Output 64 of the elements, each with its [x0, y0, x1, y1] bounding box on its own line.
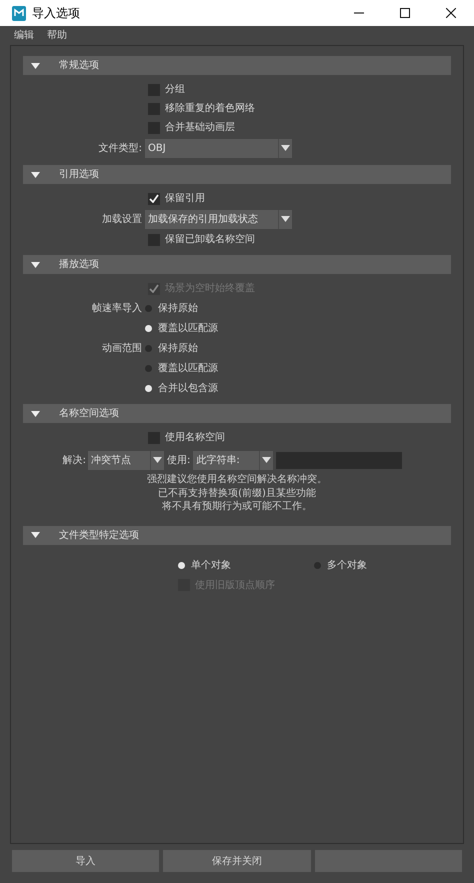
radio-button[interactable]: [145, 344, 152, 352]
radio-button[interactable]: [145, 304, 152, 312]
checkbox[interactable]: [148, 432, 160, 444]
note-text: 已不再支持替换项(前缀)且某些功能: [158, 486, 316, 500]
window-title: 导入选项: [32, 5, 80, 22]
checkbox[interactable]: [148, 234, 160, 246]
check-icon: [149, 194, 159, 203]
checkbox-label: 合并基础动画层: [165, 120, 235, 135]
radio-button[interactable]: [145, 384, 152, 392]
check-icon: [149, 284, 159, 293]
note-text: 强烈建议您使用名称空间解决名称冲突。: [147, 473, 327, 486]
note-text: 将不具有预期行为或可能不工作。: [162, 500, 312, 514]
checkbox[interactable]: [148, 122, 160, 134]
dropdown[interactable]: 此字符串:: [193, 450, 274, 470]
field-label: 使用:: [167, 454, 190, 468]
maximize-icon: [400, 8, 410, 18]
dropdown[interactable]: OBJ: [145, 138, 292, 158]
radio-button[interactable]: [314, 562, 321, 569]
collapse-icon: [31, 172, 40, 178]
radio-label: 合并以包含源: [158, 382, 218, 396]
dropdown[interactable]: 加载保存的引用加载状态: [145, 210, 292, 228]
radio-label: 多个对象: [327, 558, 367, 573]
section-header[interactable]: 常规选项: [23, 56, 451, 75]
dialog-button[interactable]: 导入: [12, 850, 160, 872]
collapse-icon: [31, 262, 40, 268]
caret-icon: [262, 457, 272, 463]
caret-icon: [281, 216, 290, 222]
radio-button[interactable]: [145, 324, 152, 332]
caret-icon: [153, 457, 162, 463]
collapse-icon: [31, 532, 40, 538]
radio-label: 覆盖以匹配源: [158, 322, 218, 336]
close-icon: [446, 8, 456, 18]
dialog-button[interactable]: 保存并关闭: [163, 850, 311, 872]
checkbox-label: 移除重复的着色网络: [165, 102, 255, 116]
section-header[interactable]: 引用选项: [23, 165, 451, 184]
section-header[interactable]: 名称空间选项: [23, 404, 451, 423]
radio-label: 保持原始: [158, 342, 198, 356]
app-icon: [12, 6, 26, 20]
checkbox[interactable]: [148, 102, 160, 114]
section-header[interactable]: 文件类型特定选项: [23, 526, 451, 544]
field-label: 加载设置: [101, 212, 143, 226]
radio-label: 保持原始: [158, 302, 198, 316]
menu-item[interactable]: 帮助: [47, 28, 67, 43]
checkbox-label: 分组: [165, 83, 185, 97]
section-header[interactable]: 播放选项: [23, 255, 451, 274]
field-label: 帧速率导入: [91, 302, 143, 316]
blank-button[interactable]: [314, 850, 462, 872]
checkbox-label: 使用名称空间: [165, 430, 225, 445]
dropdown[interactable]: 冲突节点: [88, 450, 164, 470]
field-label: 解决:: [62, 454, 87, 468]
collapse-icon: [31, 62, 40, 68]
text-field[interactable]: [276, 452, 402, 468]
radio-label: 单个对象: [191, 558, 231, 573]
field-label: 文件类型:: [98, 142, 143, 156]
radio-label: 覆盖以匹配源: [158, 362, 218, 376]
caret-icon: [281, 145, 290, 151]
radio-button[interactable]: [145, 364, 152, 372]
collapse-icon: [31, 410, 40, 416]
checkbox[interactable]: [148, 84, 160, 96]
checkbox-label: 保留已卸载名称空间: [165, 232, 255, 247]
checkbox-label: 保留引用: [165, 192, 205, 206]
field-label: 动画范围: [101, 342, 143, 356]
radio-button[interactable]: [178, 562, 185, 569]
menu-item[interactable]: 编辑: [14, 28, 34, 43]
